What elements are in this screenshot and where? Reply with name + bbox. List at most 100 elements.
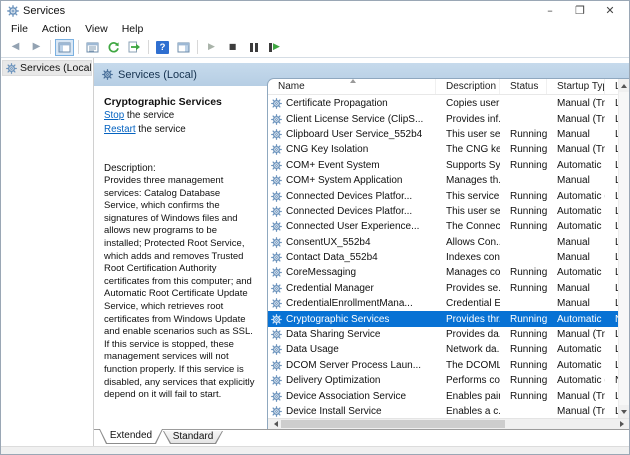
service-gear-icon [271, 190, 282, 202]
table-row[interactable]: Certificate Propagation Copies user ... Ma… [268, 96, 629, 111]
console-tree-pane: Services (Local) [1, 58, 94, 446]
vertical-scrollbar[interactable] [618, 79, 629, 418]
properties-icon[interactable] [83, 39, 102, 56]
services-list: NameDescriptionStatusStartup TypeLog Cer… [267, 78, 629, 429]
column-header-startup-type[interactable]: Startup Type [547, 79, 605, 94]
help-icon[interactable]: ? [153, 39, 172, 56]
scroll-left-button[interactable] [268, 419, 280, 429]
scroll-right-button[interactable] [617, 419, 629, 429]
service-description-cell: Enables a c... [446, 406, 500, 417]
menu-file[interactable]: File [4, 22, 35, 36]
service-status-cell: Running [510, 313, 547, 325]
stop-service-icon[interactable]: ■ [223, 39, 242, 56]
service-description-cell: Indexes con... [446, 252, 500, 264]
service-startup-cell: Manual (Trig... [557, 390, 605, 402]
table-row[interactable]: Data UsageNetwork da...RunningAutomaticL… [268, 342, 629, 357]
service-name: Delivery Optimization [286, 375, 381, 387]
service-name-cell: Certificate Propagation [268, 98, 436, 109]
service-description-cell: Manages th... [446, 175, 500, 187]
back-icon[interactable]: ◀ [6, 39, 25, 56]
horizontal-scrollbar[interactable] [268, 418, 629, 429]
table-row[interactable]: Connected Devices Platfor... This service… [268, 188, 629, 203]
table-row[interactable]: Contact Data_552b4Indexes con...ManualLo… [268, 250, 629, 265]
export-list-icon[interactable] [125, 39, 144, 56]
table-row[interactable]: Connected Devices Platfor... This user se… [268, 204, 629, 219]
menu-action[interactable]: Action [35, 22, 78, 36]
table-row[interactable]: Credential Manager Provides se... Running M… [268, 281, 629, 296]
service-gear-icon [271, 267, 282, 279]
service-gear-icon [271, 298, 282, 310]
close-button[interactable]: ✕ [595, 2, 625, 19]
table-row[interactable]: Cryptographic Services Provides thr... Run… [268, 311, 629, 327]
table-row[interactable]: Data Sharing Service Provides da... Runnin… [268, 327, 629, 342]
service-name: Data Usage [286, 344, 339, 356]
service-startup-cell: Manual [557, 298, 590, 310]
table-row[interactable]: Client License Service (ClipS... Provides… [268, 111, 629, 126]
tab-standard[interactable]: Standard [163, 431, 223, 444]
service-startup-cell: Manual [557, 252, 590, 264]
service-status-cell: Running [510, 359, 547, 371]
pause-service-icon[interactable] [244, 39, 263, 56]
minimize-button[interactable]: – [535, 2, 565, 19]
menu-help[interactable]: Help [115, 22, 151, 36]
column-header-status[interactable]: Status [500, 79, 547, 94]
service-name: CNG Key Isolation [286, 144, 369, 156]
service-name: Connected Devices Platfor... [286, 205, 413, 217]
scroll-up-button[interactable] [619, 79, 629, 92]
scroll-left-icon [271, 421, 278, 427]
tab-extended[interactable]: Extended [99, 429, 163, 444]
horizontal-scroll-thumb[interactable] [281, 420, 505, 428]
menu-view[interactable]: View [78, 22, 115, 36]
table-row[interactable]: Connected User Experience... The Connec..… [268, 219, 629, 234]
stop-service-link[interactable]: Stop [104, 110, 124, 121]
list-header-row: NameDescriptionStatusStartup TypeLog [268, 79, 629, 95]
service-status-cell: Running [510, 221, 547, 233]
service-status-cell: Running [510, 375, 547, 387]
service-gear-icon [271, 175, 282, 187]
tab-label: Standard [172, 431, 214, 442]
table-row[interactable]: Device Association Service Enables pair..… [268, 388, 629, 403]
service-description-cell: The Connec... [446, 221, 500, 233]
table-row[interactable]: Clipboard User Service_552b4 This user se… [268, 127, 629, 142]
service-startup-cell: Automatic [557, 344, 602, 356]
scroll-down-button[interactable] [619, 405, 629, 418]
restart-service-link[interactable]: Restart [104, 124, 136, 135]
service-description-cell: Allows Con... [446, 236, 500, 248]
table-row[interactable]: CoreMessaging Manages co... Running Automat… [268, 265, 629, 280]
table-row[interactable]: COM+ System Application Manages th... Manu… [268, 173, 629, 188]
column-header-description[interactable]: Description [436, 79, 500, 94]
maximize-button[interactable]: ❐ [565, 2, 595, 19]
service-status-cell: Running [510, 344, 547, 356]
start-service-icon[interactable]: ▶ [202, 39, 221, 56]
service-status-cell: Running [510, 390, 547, 402]
service-name: Connected User Experience... [286, 221, 420, 233]
service-name-cell: Client License Service (ClipS... [268, 114, 436, 125]
table-row[interactable]: DCOM Server Process Laun... The DCOML... R… [268, 358, 629, 373]
tree-item-services-local[interactable]: Services (Local) [2, 60, 92, 76]
list-body: Certificate Propagation Copies user ... Ma… [268, 96, 629, 418]
service-name: DCOM Server Process Laun... [286, 359, 422, 371]
table-row[interactable]: Device Install Service Enables a c... Manu… [268, 404, 629, 418]
service-description-cell: Manages co... [446, 267, 500, 279]
service-status-cell: Running [510, 190, 547, 202]
table-row[interactable]: Delivery Optimization Performs co... Runni… [268, 373, 629, 388]
table-row[interactable]: CredentialEnrollmentMana... Credential E.… [268, 296, 629, 311]
show-action-pane-icon[interactable] [174, 39, 193, 56]
restart-service-line: Restart the service [104, 123, 257, 136]
refresh-icon[interactable] [104, 39, 123, 56]
forward-icon[interactable]: ▶ [27, 39, 46, 56]
service-gear-icon [271, 98, 282, 110]
service-gear-icon [271, 236, 282, 248]
scroll-up-icon [621, 83, 627, 88]
service-name-cell: ConsentUX_552b4 [268, 237, 436, 248]
service-description-cell: Provides inf... [446, 113, 500, 125]
table-row[interactable]: CNG Key Isolation The CNG ke... Running Man… [268, 142, 629, 157]
service-name-cell: COM+ System Application [268, 175, 436, 186]
service-gear-icon [271, 390, 282, 402]
show-console-tree-icon[interactable] [55, 38, 74, 56]
table-row[interactable]: ConsentUX_552b4Allows Con...ManualLoca [268, 235, 629, 250]
service-startup-cell: Manual [557, 236, 590, 248]
table-row[interactable]: COM+ Event System Supports Sy... Running Au… [268, 158, 629, 173]
restart-service-icon[interactable]: ▶ [265, 39, 284, 56]
service-status-cell: Running [510, 329, 547, 341]
